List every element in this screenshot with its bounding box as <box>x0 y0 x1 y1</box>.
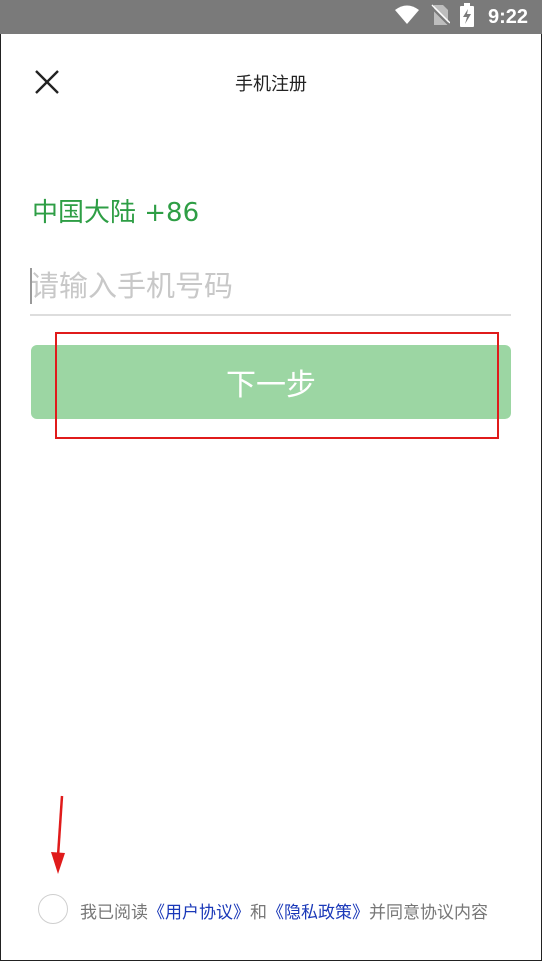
phone-input-field <box>30 262 511 316</box>
status-icons: 9:22 <box>394 0 528 34</box>
agreement-suffix: 并同意协议内容 <box>369 903 488 923</box>
agreement-prefix: 我已阅读 <box>80 903 148 923</box>
region-selector[interactable]: 中国大陆 +86 <box>32 192 199 229</box>
agreement-text: 我已阅读《用户协议》和《隐私政策》并同意协议内容 <box>80 898 488 923</box>
annotation-arrow-icon <box>51 795 65 874</box>
privacy-policy-link[interactable]: 《隐私政策》 <box>267 903 369 923</box>
status-bar: 9:22 <box>0 0 542 34</box>
status-time: 9:22 <box>487 5 528 28</box>
next-button[interactable]: 下一步 <box>31 345 511 419</box>
battery-charging-icon <box>459 3 474 31</box>
agreement-and: 和 <box>250 903 267 923</box>
screen-frame <box>0 0 542 961</box>
phone-input[interactable] <box>30 262 511 310</box>
page-title: 手机注册 <box>235 74 307 95</box>
no-sim-icon <box>430 4 451 30</box>
agreement-checkbox[interactable] <box>38 894 68 924</box>
text-caret <box>30 268 32 304</box>
user-agreement-link[interactable]: 《用户协议》 <box>148 903 250 923</box>
wifi-icon <box>394 5 420 29</box>
